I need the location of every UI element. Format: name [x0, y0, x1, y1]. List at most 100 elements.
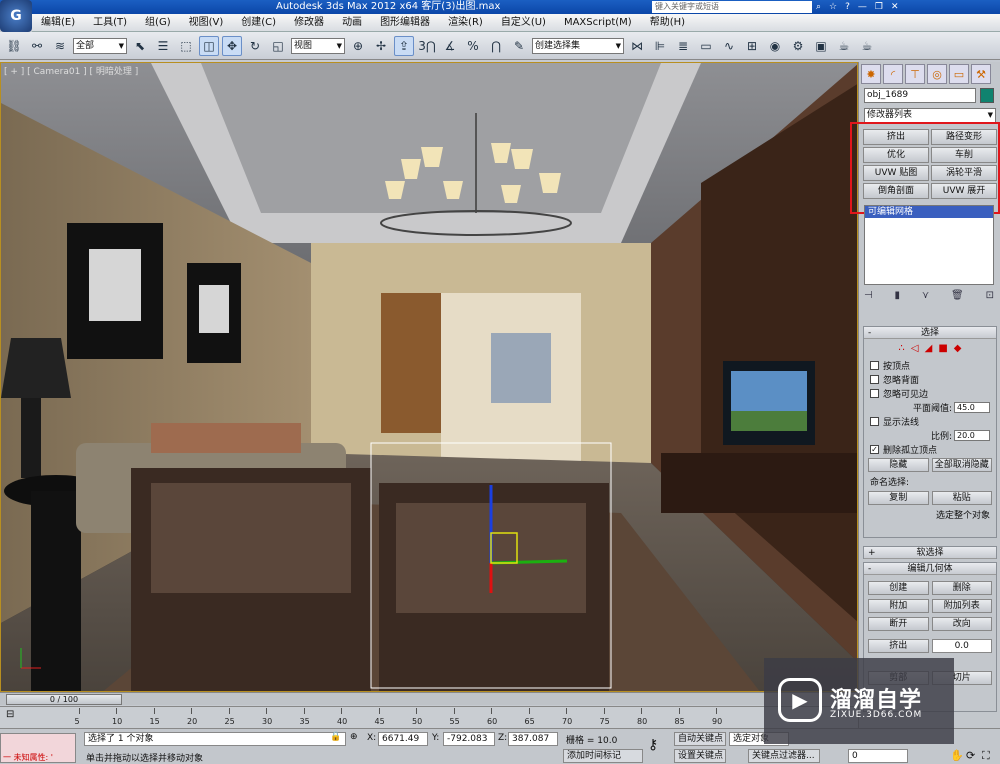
material-editor-icon[interactable]: ◉: [765, 36, 785, 56]
auto-key-button[interactable]: 自动关键点: [674, 732, 726, 746]
path-deform-modifier-button[interactable]: 路径变形: [931, 129, 997, 145]
create-button[interactable]: 创建: [868, 581, 929, 595]
menu-group[interactable]: 组(G): [136, 14, 180, 32]
pivot-center-icon[interactable]: ⊕: [348, 36, 368, 56]
rendered-frame-window-icon[interactable]: ▣: [811, 36, 831, 56]
uvw-map-modifier-button[interactable]: UVW 贴图: [863, 165, 929, 181]
add-time-tag-button[interactable]: 添加时间标记: [563, 749, 643, 763]
align-icon[interactable]: ⊫: [650, 36, 670, 56]
extrude-button[interactable]: 挤出: [868, 639, 929, 653]
hierarchy-tab-icon[interactable]: ⊤: [905, 64, 925, 84]
viewport-label[interactable]: [ + ] [ Camera01 ] [ 明暗处理 ]: [4, 64, 138, 77]
select-by-name-icon[interactable]: ☰: [153, 36, 173, 56]
ignore-backfacing-checkbox[interactable]: 忽略背面: [864, 372, 996, 386]
extrude-amount-field[interactable]: 0.0: [931, 639, 992, 653]
close-icon[interactable]: ✕: [891, 2, 899, 12]
selection-filter-dropdown[interactable]: 全部: [73, 37, 127, 54]
select-move-icon[interactable]: ✥: [222, 35, 242, 56]
show-end-result-icon[interactable]: ▮: [895, 290, 901, 301]
menu-views[interactable]: 视图(V): [180, 14, 233, 32]
planar-threshold-spinner[interactable]: 平面阈值: 45.0: [864, 400, 996, 414]
restore-icon[interactable]: ❐: [875, 2, 883, 12]
track-bar[interactable]: ⊟ 5 10 15 20 25 30 35 40 45 50 55 60 65 70 75 80 85 90: [0, 706, 858, 728]
set-key-button[interactable]: 设置关键点: [674, 749, 726, 763]
time-slider[interactable]: 0 / 100: [0, 692, 858, 705]
edit-named-selection-icon[interactable]: ✎: [509, 36, 529, 56]
absolute-mode-icon[interactable]: ⊕: [350, 732, 358, 742]
orbit-icon[interactable]: ⟳: [966, 749, 975, 762]
time-slider-knob[interactable]: 0 / 100: [6, 694, 122, 705]
extrude-modifier-button[interactable]: 挤出: [863, 129, 929, 145]
select-scale-icon[interactable]: ◱: [268, 36, 288, 56]
hide-button[interactable]: 隐藏: [868, 458, 929, 472]
unhide-all-button[interactable]: 全部取消隐藏: [931, 458, 992, 472]
mini-curve-editor-icon[interactable]: ⊟: [6, 709, 14, 720]
select-manipulate-icon[interactable]: ✢: [371, 36, 391, 56]
utilities-tab-icon[interactable]: ⚒: [971, 64, 991, 84]
maximize-viewport-icon[interactable]: ⛶: [982, 749, 990, 763]
paste-button[interactable]: 粘贴: [931, 491, 992, 505]
link-icon[interactable]: ⛓: [4, 36, 24, 56]
selection-rollout-header[interactable]: - 选择: [864, 327, 996, 339]
edit-geometry-header[interactable]: - 编辑几何体: [864, 563, 996, 575]
pin-stack-icon[interactable]: ⊣: [864, 290, 873, 301]
polygon-level-icon[interactable]: ■: [938, 343, 947, 354]
curve-editor-icon[interactable]: ∿: [719, 36, 739, 56]
object-name-field[interactable]: obj_1689: [864, 88, 976, 103]
help-icon[interactable]: ?: [845, 2, 850, 12]
face-level-icon[interactable]: ◢: [925, 343, 933, 354]
menu-graph-editors[interactable]: 图形编辑器: [371, 14, 439, 32]
stack-item-editable-mesh[interactable]: 可编辑网格: [865, 206, 993, 218]
delete-button[interactable]: 删除: [931, 581, 992, 595]
app-logo-button[interactable]: G: [0, 0, 32, 32]
menu-edit[interactable]: 编辑(E): [32, 14, 84, 32]
motion-tab-icon[interactable]: ◎: [927, 64, 947, 84]
menu-animation[interactable]: 动画: [333, 14, 371, 32]
angle-snap-icon[interactable]: ∡: [440, 36, 460, 56]
edge-level-icon[interactable]: ◁: [911, 343, 919, 354]
current-frame-field[interactable]: 0: [848, 749, 908, 763]
create-tab-icon[interactable]: ✸: [861, 64, 881, 84]
unlink-icon[interactable]: ⚯: [27, 36, 47, 56]
x-coord-field[interactable]: 6671.49: [378, 732, 428, 746]
minimize-icon[interactable]: —: [858, 2, 867, 12]
make-unique-icon[interactable]: ⋎: [922, 290, 929, 301]
unwrap-uvw-modifier-button[interactable]: UVW 展开: [931, 183, 997, 199]
maxscript-listener[interactable]: 一 未知属性: ': [0, 733, 76, 763]
menu-maxscript[interactable]: MAXScript(M): [555, 14, 641, 32]
render-production-icon[interactable]: ☕: [834, 36, 854, 56]
mirror-icon[interactable]: ⋈: [627, 36, 647, 56]
display-tab-icon[interactable]: ▭: [949, 64, 969, 84]
graphite-toolbar-icon[interactable]: ▭: [696, 36, 716, 56]
modify-tab-icon[interactable]: ◜: [883, 64, 903, 84]
spinner-snap-icon[interactable]: ⋂: [486, 36, 506, 56]
delete-isolated-checkbox[interactable]: ✓ 删除孤立顶点: [864, 442, 996, 456]
help-search-input[interactable]: 键入关键字或短语: [652, 1, 812, 13]
schematic-view-icon[interactable]: ⊞: [742, 36, 762, 56]
render-setup-icon[interactable]: ⚙: [788, 36, 808, 56]
bevel-profile-modifier-button[interactable]: 倒角剖面: [863, 183, 929, 199]
pan-view-icon[interactable]: ✋: [950, 749, 964, 762]
configure-sets-icon[interactable]: ⊡: [986, 290, 994, 301]
show-normals-checkbox[interactable]: 显示法线: [864, 414, 996, 428]
keyboard-shortcut-override-icon[interactable]: ⇪: [394, 35, 414, 56]
vertex-level-icon[interactable]: ∴: [899, 343, 905, 354]
binoculars-icon[interactable]: ⌕: [816, 2, 821, 12]
key-icon[interactable]: ⚷: [648, 737, 658, 753]
by-vertex-checkbox[interactable]: 按顶点: [864, 358, 996, 372]
attach-list-button[interactable]: 附加列表: [931, 599, 992, 613]
star-icon[interactable]: ☆: [829, 2, 837, 12]
bind-space-warp-icon[interactable]: ≋: [50, 36, 70, 56]
menu-help[interactable]: 帮助(H): [641, 14, 694, 32]
object-color-swatch[interactable]: [980, 88, 994, 103]
remove-modifier-icon[interactable]: 🗑: [951, 290, 964, 301]
select-object-icon[interactable]: ⬉: [130, 36, 150, 56]
modifier-list-dropdown[interactable]: 修改器列表: [864, 108, 996, 123]
menu-customize[interactable]: 自定义(U): [492, 14, 555, 32]
copy-button[interactable]: 复制: [868, 491, 929, 505]
snaps-toggle-icon[interactable]: 3 ⋂: [417, 36, 437, 56]
named-selection-dropdown[interactable]: 创建选择集: [532, 37, 624, 54]
planar-threshold-value[interactable]: 45.0: [954, 401, 990, 413]
percent-snap-icon[interactable]: %: [463, 36, 483, 56]
key-filters-button[interactable]: 关键点过滤器...: [748, 749, 820, 763]
